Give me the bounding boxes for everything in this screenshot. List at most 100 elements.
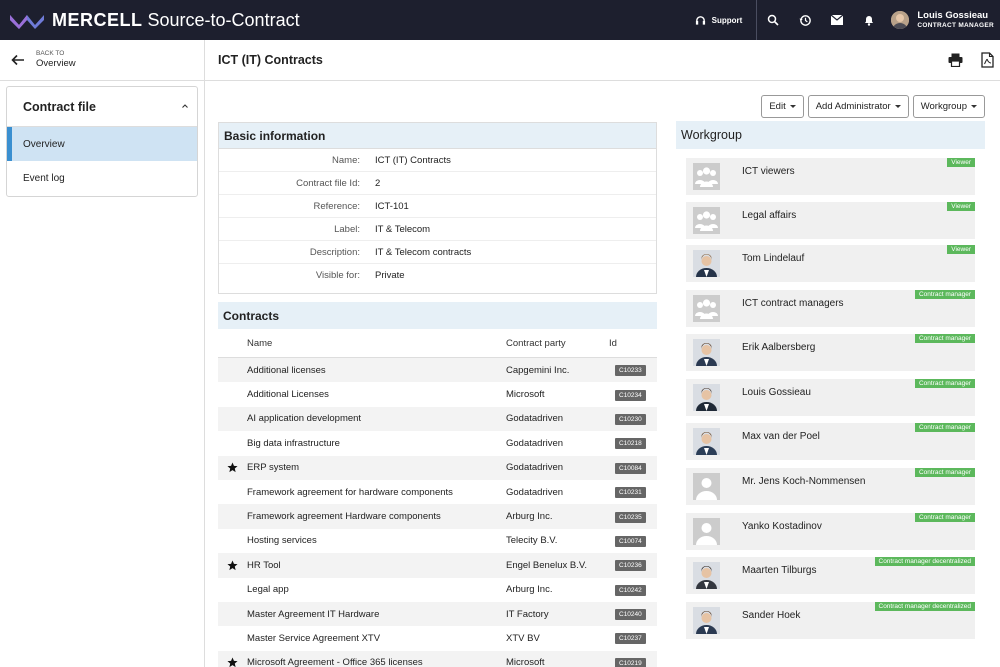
envelope-icon xyxy=(831,15,844,25)
favorite-cell[interactable] xyxy=(218,657,247,667)
role-badge: Contract manager xyxy=(914,423,975,432)
role-badge: Contract manager xyxy=(914,290,975,299)
member-name: ICT contract managers xyxy=(742,298,844,309)
back-link[interactable]: BACK TO Overview xyxy=(0,40,205,81)
member-avatar xyxy=(693,607,720,634)
table-row[interactable]: Additional Licenses Microsoft C10234 xyxy=(218,382,657,406)
workgroup-member[interactable]: Yanko Kostadinov Contract manager xyxy=(686,513,975,550)
member-avatar xyxy=(693,562,720,589)
workgroup-button[interactable]: Workgroup xyxy=(912,95,985,118)
favorite-cell[interactable] xyxy=(218,462,247,473)
table-row[interactable]: Additional licenses Capgemini Inc. C10233 xyxy=(218,358,657,383)
contract-name[interactable]: Master Service Agreement XTV xyxy=(247,633,506,644)
workgroup-member[interactable]: Tom Lindelauf Viewer xyxy=(686,245,975,282)
contract-name[interactable]: Microsoft Agreement - Office 365 license… xyxy=(247,657,506,667)
workgroup-member[interactable]: ICT viewers Viewer xyxy=(686,158,975,195)
sidebar-item-label: Overview xyxy=(23,138,65,150)
role-badge: Viewer xyxy=(947,202,975,211)
contract-name[interactable]: Framework agreement for hardware compone… xyxy=(247,487,506,498)
brand-logo[interactable]: MERCELL Source-to-Contract xyxy=(10,10,300,31)
contract-party: Godatadriven xyxy=(506,413,564,425)
workgroup-member[interactable]: Louis Gossieau Contract manager xyxy=(686,379,975,416)
person-placeholder-icon xyxy=(693,518,720,545)
workgroup-member[interactable]: Mr. Jens Koch-Nommensen Contract manager xyxy=(686,468,975,505)
top-navbar: MERCELL Source-to-Contract Support Louis… xyxy=(0,0,1000,40)
info-label: Description: xyxy=(309,246,360,258)
contract-name[interactable]: Master Agreement IT Hardware xyxy=(247,609,506,620)
contract-id-badge: C10074 xyxy=(615,535,646,547)
table-row[interactable]: Big data infrastructure Godatadriven C1021… xyxy=(218,431,657,455)
messages-button[interactable] xyxy=(821,0,853,40)
pdf-file-icon xyxy=(980,52,994,68)
role-badge: Viewer xyxy=(947,245,975,254)
column-header-name[interactable]: Name xyxy=(247,338,506,349)
table-row[interactable]: HR Tool Engel Benelux B.V. C10236 xyxy=(218,553,657,578)
contract-name[interactable]: Hosting services xyxy=(247,535,506,546)
contract-id-badge: C10218 xyxy=(615,438,646,450)
avatar xyxy=(693,607,720,634)
favorite-cell[interactable] xyxy=(218,560,247,571)
edit-button[interactable]: Edit xyxy=(761,95,804,118)
contracts-table-header: Name Contract party Id xyxy=(218,329,657,358)
workgroup-member[interactable]: Maarten Tilburgs Contract manager decentr… xyxy=(686,557,975,594)
member-name: ICT viewers xyxy=(742,166,795,177)
contract-name[interactable]: HR Tool xyxy=(247,560,506,571)
contract-party: Telecity B.V. xyxy=(506,535,558,547)
info-label: Name: xyxy=(332,154,360,166)
back-target: Overview xyxy=(36,58,76,70)
notifications-button[interactable] xyxy=(853,0,885,40)
add-administrator-button[interactable]: Add Administrator xyxy=(807,95,909,118)
contract-name[interactable]: Additional licenses xyxy=(247,365,506,376)
member-name: Max van der Poel xyxy=(742,431,820,442)
workgroup-member[interactable]: Max van der Poel Contract manager xyxy=(686,423,975,460)
support-link[interactable]: Support xyxy=(695,0,758,40)
contract-name[interactable]: Legal app xyxy=(247,584,506,595)
history-button[interactable] xyxy=(789,0,821,40)
user-menu[interactable]: Louis Gossieau CONTRACT MANAGER xyxy=(891,10,994,29)
star-icon xyxy=(227,657,238,667)
workgroup-member[interactable]: Erik Aalbersberg Contract manager xyxy=(686,334,975,371)
contract-party: Engel Benelux B.V. xyxy=(506,559,587,571)
contract-name[interactable]: Additional Licenses xyxy=(247,389,506,400)
edit-label: Edit xyxy=(769,101,786,112)
sidebar-header[interactable]: Contract file xyxy=(7,87,197,127)
info-row: Label: IT & Telecom xyxy=(219,218,656,241)
table-row[interactable]: Hosting services Telecity B.V. C10074 xyxy=(218,529,657,553)
mercell-logo-icon xyxy=(10,15,44,29)
column-header-contract-party[interactable]: Contract party xyxy=(506,338,609,349)
role-badge: Contract manager xyxy=(914,513,975,522)
info-label: Label: xyxy=(334,223,360,235)
print-button[interactable] xyxy=(946,50,964,70)
export-pdf-button[interactable] xyxy=(978,50,996,70)
column-header-id[interactable]: Id xyxy=(609,338,657,349)
contract-name[interactable]: Framework agreement Hardware components xyxy=(247,511,506,522)
sidebar-card: Contract file Overview Event log xyxy=(6,86,198,197)
table-row[interactable]: Master Agreement IT Hardware IT Factory C1… xyxy=(218,601,657,627)
sidebar-item-event-log[interactable]: Event log xyxy=(7,161,197,195)
table-row[interactable]: ERP system Godatadriven C10084 xyxy=(218,455,657,480)
workgroup-member[interactable]: Sander Hoek Contract manager decentralize… xyxy=(686,602,975,639)
workgroup-member[interactable]: ICT contract managers Contract manager xyxy=(686,290,975,327)
sidebar-item-label: Event log xyxy=(23,172,65,184)
contract-party: Godatadriven xyxy=(506,486,564,498)
table-row[interactable]: Microsoft Agreement - Office 365 license… xyxy=(218,650,657,667)
contract-name[interactable]: ERP system xyxy=(247,462,506,473)
search-button[interactable] xyxy=(757,0,789,40)
contract-name[interactable]: Big data infrastructure xyxy=(247,438,506,449)
table-row[interactable]: AI application development Godatadriven C1… xyxy=(218,406,657,432)
group-icon xyxy=(693,295,720,322)
table-row[interactable]: Legal app Arburg Inc. C10242 xyxy=(218,578,657,602)
role-badge: Contract manager xyxy=(914,468,975,477)
table-row[interactable]: Master Service Agreement XTV XTV BV C10237 xyxy=(218,626,657,650)
info-value: IT & Telecom xyxy=(375,223,431,235)
history-icon xyxy=(799,14,811,26)
info-label: Contract file Id: xyxy=(296,177,360,189)
contract-name[interactable]: AI application development xyxy=(247,413,506,424)
contract-party: Microsoft xyxy=(506,389,545,401)
workgroup-member[interactable]: Legal affairs Viewer xyxy=(686,202,975,239)
table-row[interactable]: Framework agreement for hardware compone… xyxy=(218,480,657,504)
table-row[interactable]: Framework agreement Hardware components A… xyxy=(218,504,657,529)
contract-id-badge: C10230 xyxy=(615,413,646,425)
contract-party: IT Factory xyxy=(506,608,549,620)
sidebar-item-overview[interactable]: Overview xyxy=(7,127,197,161)
